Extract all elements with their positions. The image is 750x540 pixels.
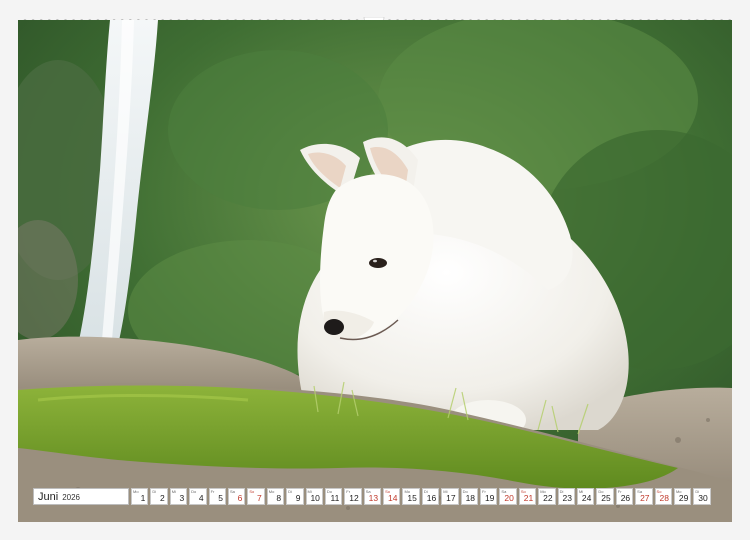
day-cell: Mi 10 [305,488,323,505]
day-number: 8 [276,493,282,503]
day-number: 15 [407,493,417,503]
day-cell: Mo 8 [266,488,285,505]
day-cell: Fr 5 [208,488,226,505]
day-cell: Di 30 [693,488,711,505]
weekday-label: So [249,489,255,494]
day-cell: Fr 12 [344,488,362,505]
day-cell: Fr 26 [615,488,634,505]
day-number: 7 [257,493,262,503]
day-cell: Do 4 [189,488,207,505]
day-cell: Do 25 [596,488,614,505]
day-cell: Fr 19 [480,488,498,505]
day-number: 22 [543,493,553,503]
day-number: 24 [581,493,592,503]
day-cells: Mo 1 Di 2 Mi 3 Do 4 Fr 5 Sa 6 So 7 Mo 8 Di 9 Mi 10 Do 11 Fr 12 S… [131,488,711,505]
day-cell: Do 18 [460,488,479,505]
day-cell: So 28 [654,488,672,505]
calendar-photo [18,20,732,522]
day-cell: Di 2 [150,488,168,505]
day-number: 23 [562,493,572,503]
day-cell: Di 9 [286,488,304,505]
day-number: 26 [620,493,631,503]
day-number: 16 [426,493,437,503]
day-cell: Mi 17 [441,488,459,505]
day-number: 18 [465,493,476,503]
weekday-label: Mo [133,489,139,494]
day-number: 21 [523,493,534,503]
day-cell: Sa 6 [227,488,246,505]
day-number: 28 [659,493,669,503]
day-number: 2 [160,493,165,503]
day-cell: Mo 29 [673,488,692,505]
day-cell: Di 23 [557,488,575,505]
day-number: 17 [446,493,456,503]
day-cell: Mo 15 [402,488,420,505]
day-cell: Sa 13 [363,488,382,505]
day-number: 3 [179,493,185,503]
day-cell: Sa 20 [499,488,517,505]
day-number: 6 [237,493,243,503]
day-cell: Mi 24 [576,488,595,505]
day-number: 13 [368,493,379,503]
white-samoyed-puppy-icon [18,20,732,522]
day-cell: Sa 27 [635,488,653,505]
weekday-label: Di [152,489,157,494]
day-cell: Mo 1 [131,488,149,505]
month-name: Juni [38,491,59,503]
weekday-label: Fr [210,489,215,494]
weekday-label: Sa [229,489,235,494]
weekday-label: Mi [171,489,177,494]
month-year: 2026 [62,493,80,502]
weekday-label: Di [288,489,292,494]
weekday-label: Do [191,489,197,494]
day-cell: Mo 22 [538,488,556,505]
day-cell: Mi 3 [169,488,188,505]
day-cell: Di 16 [421,488,440,505]
day-number: 30 [698,493,708,503]
day-cell: So 21 [518,488,537,505]
day-cell: So 14 [383,488,401,505]
day-cell: Do 11 [324,488,343,505]
weekday-label: Mo [268,489,275,494]
day-number: 25 [601,493,611,503]
day-number: 27 [640,493,650,503]
day-number: 20 [504,493,514,503]
calendar-day-strip: Juni 2026 Mo 1 Di 2 Mi 3 Do 4 Fr 5 Sa 6 So 7 Mo 8 Di 9 Mi 1… [33,487,719,506]
day-number: 11 [330,493,340,503]
day-number: 29 [678,493,689,503]
day-cell: So 7 [247,488,265,505]
day-number: 5 [218,493,223,503]
day-number: 1 [140,493,146,503]
day-number: 14 [388,493,398,503]
day-number: 19 [484,493,495,503]
calendar-page: Juni 2026 Mo 1 Di 2 Mi 3 Do 4 Fr 5 Sa 6 So 7 Mo 8 Di 9 Mi 1… [0,0,750,540]
day-number: 12 [349,493,359,503]
day-number: 9 [295,493,301,503]
day-number: 10 [310,493,320,503]
day-number: 4 [198,493,204,503]
month-label: Juni 2026 [33,488,129,505]
